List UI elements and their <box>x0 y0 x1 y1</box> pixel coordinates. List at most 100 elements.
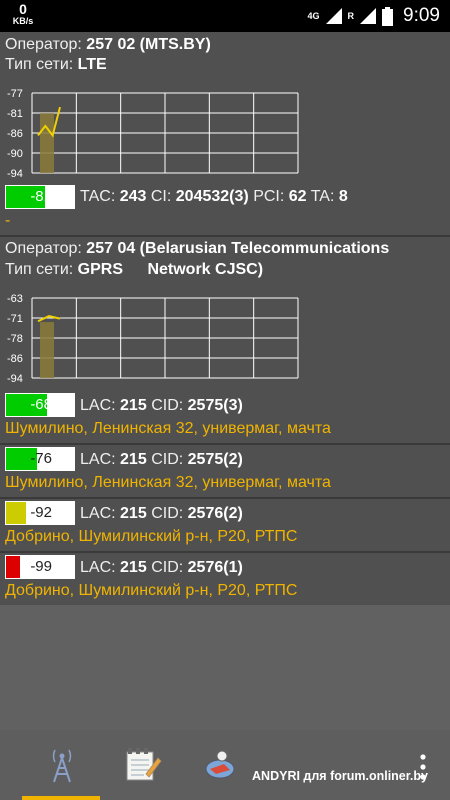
speed-unit: KB/s <box>12 16 34 26</box>
network-type-value: GPRS <box>77 261 123 278</box>
signal-strength-bar: -68 <box>5 393 75 417</box>
network-type-label: Тип сети: <box>5 56 74 73</box>
signal-strength-bar: -99 <box>5 555 75 579</box>
y-tick-label: -90 <box>7 148 23 160</box>
y-tick-label: -71 <box>7 313 23 325</box>
signal-strength-bar: -92 <box>5 501 75 525</box>
cid-value: 2576(1) <box>187 559 243 576</box>
compass-icon <box>205 750 235 779</box>
lac-label: LAC: <box>80 559 116 576</box>
antenna-icon <box>52 749 72 783</box>
watermark: ANDYRI для forum.onliner.by <box>252 769 428 783</box>
lac-value: 215 <box>120 505 147 522</box>
cell-address: Добрино, Шумилинский р-н, Р20, РТПС <box>5 582 298 599</box>
notes-icon <box>126 748 162 781</box>
signal-value: -99 <box>30 558 52 575</box>
lac-label: LAC: <box>80 397 116 414</box>
network-type-line: Тип сети: GPRS Network CJSC) <box>5 261 263 279</box>
active-tab-indicator <box>22 796 100 800</box>
empty-area <box>0 605 450 730</box>
ta-label: TA: <box>310 188 335 205</box>
network-type-line: Тип сети: LTE <box>5 56 107 74</box>
y-tick-label: -86 <box>7 128 23 140</box>
signal-history-chart: -63 -71 -78 -86 -94 <box>0 289 310 389</box>
y-tick-label: -86 <box>7 353 23 365</box>
signal-history-line <box>37 315 61 323</box>
y-tick-label: -94 <box>7 168 23 180</box>
cid-value: 2576(2) <box>187 505 243 522</box>
pci-label: PCI: <box>253 188 285 205</box>
nav-tab-log[interactable] <box>122 744 162 784</box>
y-tick-label: -77 <box>7 88 23 100</box>
cid-value: 2575(2) <box>187 451 243 468</box>
lac-value: 215 <box>120 559 147 576</box>
operator-name-continued: Network CJSC) <box>147 261 264 278</box>
speed-value: 0 <box>19 1 27 17</box>
operator-panel-1: Оператор: 257 02 (MTS.BY) Тип сети: LTE … <box>0 32 450 235</box>
cell-info: LAC: 215 CID: 2576(2) <box>80 505 243 523</box>
ci-label: CI: <box>150 188 172 205</box>
cell-info: TAC: 243 CI: 204532(3) PCI: 62 TA: 8 <box>80 188 348 206</box>
status-icons: 4G R 9:09 <box>308 0 450 32</box>
operator-label: Оператор: <box>5 240 82 257</box>
cid-value: 2575(3) <box>187 397 243 414</box>
nav-tab-map[interactable] <box>200 744 240 784</box>
y-tick-label: -81 <box>7 108 23 120</box>
network-speed: 0 KB/s <box>8 2 38 26</box>
signal-value: -76 <box>30 450 52 467</box>
cell-row[interactable]: -99 LAC: 215 CID: 2576(1) Добрино, Шумил… <box>0 553 450 605</box>
signal-value: -68 <box>30 396 52 413</box>
signal-history-chart: -77 -81 -86 -90 -94 <box>0 84 310 184</box>
cell-info: LAC: 215 CID: 2576(1) <box>80 559 243 577</box>
cell-address: Добрино, Шумилинский р-н, Р20, РТПС <box>5 528 298 545</box>
operator-line: Оператор: 257 02 (MTS.BY) <box>5 36 211 54</box>
clock: 9:09 <box>403 5 440 26</box>
cid-label: CID: <box>151 505 184 522</box>
operator-name: 257 04 (Belarusian Telecommunications <box>86 240 390 257</box>
signal-strength-icon <box>325 8 342 24</box>
signal-history-area <box>40 322 54 378</box>
y-tick-label: -94 <box>7 373 23 385</box>
cell-row[interactable]: -81 TAC: 243 CI: 204532(3) PCI: 62 TA: 8… <box>0 184 450 234</box>
operator-line: Оператор: 257 04 (Belarusian Telecommuni… <box>5 240 389 258</box>
cell-address: - <box>5 212 11 229</box>
tac-label: TAC: <box>80 188 116 205</box>
lac-label: LAC: <box>80 505 116 522</box>
operator-name: 257 02 (MTS.BY) <box>86 36 211 53</box>
operator-panel-2: Оператор: 257 04 (Belarusian Telecommuni… <box>0 237 450 605</box>
ci-value: 204532(3) <box>175 188 249 205</box>
signal-fill <box>6 556 20 578</box>
lac-label: LAC: <box>80 451 116 468</box>
network-type-badge: 4G <box>307 10 320 21</box>
network-type-label: Тип сети: <box>5 261 74 278</box>
ta-value: 8 <box>338 188 348 205</box>
signal-strength-2-icon <box>360 8 377 24</box>
cell-row[interactable]: -68 LAC: 215 CID: 2575(3) Шумилино, Лени… <box>0 391 450 443</box>
signal-fill <box>6 502 27 524</box>
signal-value: -81 <box>30 188 52 205</box>
cell-row[interactable]: -76 LAC: 215 CID: 2575(2) Шумилино, Лени… <box>0 445 450 497</box>
roaming-badge: R <box>347 10 355 21</box>
tac-value: 243 <box>119 188 147 205</box>
lac-value: 215 <box>120 397 147 414</box>
lac-value: 215 <box>120 451 147 468</box>
pci-value: 62 <box>288 188 307 205</box>
nav-tab-cells[interactable] <box>42 744 82 784</box>
operator-label: Оператор: <box>5 36 82 53</box>
cell-address: Шумилино, Ленинская 32, универмаг, мачта <box>5 420 331 437</box>
cell-info: LAC: 215 CID: 2575(2) <box>80 451 243 469</box>
signal-strength-bar: -76 <box>5 447 75 471</box>
signal-value: -92 <box>30 504 52 521</box>
network-type-value: LTE <box>77 56 107 73</box>
cid-label: CID: <box>151 451 184 468</box>
battery-icon <box>382 6 394 26</box>
cell-row[interactable]: -92 LAC: 215 CID: 2576(2) Добрино, Шумил… <box>0 499 450 551</box>
overflow-menu-icon[interactable] <box>418 752 428 782</box>
cell-address: Шумилино, Ленинская 32, универмаг, мачта <box>5 474 331 491</box>
status-bar: 0 KB/s 4G R 9:09 <box>0 0 450 32</box>
y-tick-label: -78 <box>7 333 23 345</box>
signal-history-area <box>40 113 54 173</box>
cell-info: LAC: 215 CID: 2575(3) <box>80 397 243 415</box>
signal-strength-bar: -81 <box>5 185 75 209</box>
y-tick-label: -63 <box>7 293 23 305</box>
